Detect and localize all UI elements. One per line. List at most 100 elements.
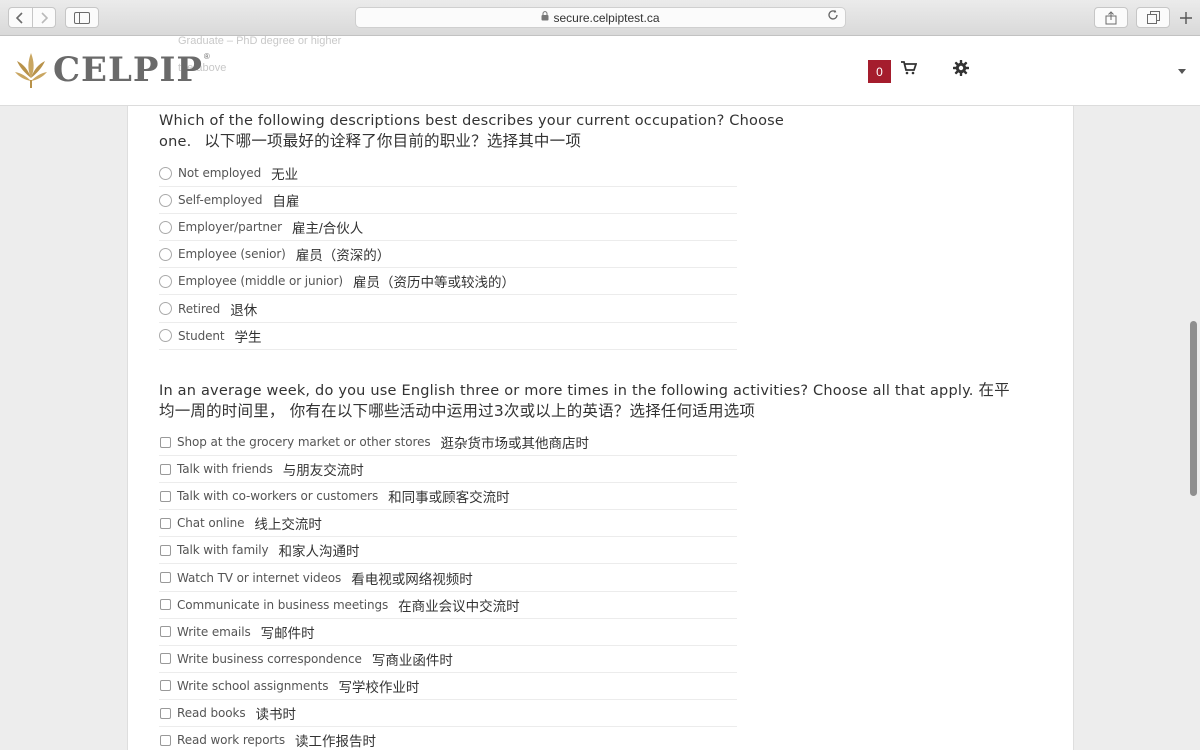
option-label-zh: 退休 xyxy=(230,302,258,318)
activity-option[interactable]: Talk with family 和家人沟通时 xyxy=(159,537,737,565)
occupation-option[interactable]: Not employed 无业 xyxy=(159,160,737,187)
occupation-option[interactable]: Retired 退休 xyxy=(159,296,737,323)
option-label-en: Not employed xyxy=(178,166,262,180)
option-label-en: Read work reports xyxy=(177,733,286,748)
checkbox[interactable] xyxy=(160,707,171,719)
option-label-zh: 无业 xyxy=(271,167,299,182)
question-occupation: Which of the following descriptions best… xyxy=(159,111,799,152)
reload-icon[interactable] xyxy=(827,9,839,24)
checkbox[interactable] xyxy=(160,517,171,529)
option-label-zh: 看电视或网络视频时 xyxy=(351,571,473,587)
option-label-en: Employee (middle or junior) xyxy=(178,274,343,289)
option-label-en: Write business correspondence xyxy=(177,651,362,666)
activity-option[interactable]: Talk with co-workers or customers 和同事或顾客交… xyxy=(159,483,737,511)
page-viewport: Graduate – PhD degree or higher the abov… xyxy=(0,36,1200,750)
logo-text: CELPIP xyxy=(53,50,203,90)
option-label-zh: 雇主/合伙人 xyxy=(291,221,364,237)
radio-button[interactable] xyxy=(159,193,172,207)
option-label-en: Communicate in business meetings xyxy=(177,597,389,612)
chevron-down-icon[interactable] xyxy=(1178,66,1186,76)
gear-icon[interactable] xyxy=(953,60,969,81)
activity-option[interactable]: Talk with friends 与朋友交流时 xyxy=(159,456,737,484)
url-text: secure.celpiptest.ca xyxy=(553,10,660,25)
checkbox[interactable] xyxy=(160,599,171,611)
option-label-en: Chat online xyxy=(177,516,245,531)
radio-button[interactable] xyxy=(159,329,172,343)
option-label-zh: 雇员（资历中等或较浅的） xyxy=(352,275,515,291)
checkbox[interactable] xyxy=(160,463,171,475)
radio-button[interactable] xyxy=(159,274,172,288)
option-label-zh: 学生 xyxy=(234,329,262,345)
option-label-en: Employer/partner xyxy=(178,220,282,235)
question-english-use: In an average week, do you use English t… xyxy=(159,380,1019,422)
option-label-zh: 读工作报告时 xyxy=(295,734,377,750)
option-label-zh: 逛杂货市场或其他商店时 xyxy=(440,436,590,451)
activity-option[interactable]: Watch TV or internet videos 看电视或网络视频时 xyxy=(159,565,737,592)
registered-mark: ® xyxy=(203,51,210,61)
option-label-en: Talk with co-workers or customers xyxy=(177,489,379,504)
cart-icon[interactable] xyxy=(901,61,918,80)
sidebar-icon[interactable] xyxy=(65,7,99,28)
option-label-en: Retired xyxy=(178,301,221,316)
activity-option[interactable]: Chat online 线上交流时 xyxy=(159,510,737,538)
option-label-en: Shop at the grocery market or other stor… xyxy=(177,435,431,449)
chevron-right-icon[interactable] xyxy=(31,8,56,27)
checkbox[interactable] xyxy=(160,653,171,665)
address-bar[interactable]: secure.celpiptest.ca xyxy=(355,7,846,28)
occupation-option[interactable]: Employee (middle or junior) 雇员（资历中等或较浅的） xyxy=(159,268,737,296)
plus-icon[interactable] xyxy=(1180,11,1192,29)
cart-count-badge[interactable]: 0 xyxy=(868,60,891,83)
checkbox[interactable] xyxy=(160,734,171,746)
site-header: Graduate – PhD degree or higher the abov… xyxy=(0,36,1200,106)
option-label-zh: 写学校作业时 xyxy=(338,679,420,695)
option-label-en: Self-employed xyxy=(178,193,263,208)
tabs-icon[interactable] xyxy=(1136,7,1170,28)
option-label-zh: 读书时 xyxy=(255,707,296,722)
activity-option[interactable]: Write emails 写邮件时 xyxy=(159,619,737,646)
radio-button[interactable] xyxy=(159,302,172,315)
activity-option[interactable]: Write school assignments 写学校作业时 xyxy=(159,673,737,700)
occupation-option[interactable]: Employer/partner 雇主/合伙人 xyxy=(159,214,737,242)
option-label-zh: 和家人沟通时 xyxy=(278,544,360,560)
option-label-en: Watch TV or internet videos xyxy=(177,570,342,585)
question-occupation-zh: 以下哪一项最好的诠释了你目前的职业？选择其中一项 xyxy=(204,132,582,150)
activity-option[interactable]: Read books 读书时 xyxy=(159,700,737,727)
option-label-zh: 与朋友交流时 xyxy=(282,463,364,479)
checkbox[interactable] xyxy=(160,626,171,638)
checkbox[interactable] xyxy=(160,572,171,583)
option-label-zh: 写商业函件时 xyxy=(371,652,453,668)
option-label-en: Write school assignments xyxy=(177,678,329,693)
option-label-en: Employee (senior) xyxy=(178,247,286,262)
occupation-option[interactable]: Student 学生 xyxy=(159,323,737,350)
activity-option[interactable]: Communicate in business meetings 在商业会议中交流… xyxy=(159,592,737,619)
share-icon[interactable] xyxy=(1094,7,1128,28)
checkbox[interactable] xyxy=(160,680,171,692)
activity-option[interactable]: Write business correspondence 写商业函件时 xyxy=(159,646,737,673)
radio-button[interactable] xyxy=(159,220,172,234)
checkbox[interactable] xyxy=(160,436,171,448)
option-label-zh: 自雇 xyxy=(272,194,300,210)
option-label-en: Talk with family xyxy=(177,543,269,558)
celpip-logo[interactable]: CELPIP ® xyxy=(14,50,210,90)
lock-icon xyxy=(541,11,549,24)
checkbox[interactable] xyxy=(160,490,171,502)
radio-button[interactable] xyxy=(159,247,172,261)
option-label-en: Talk with friends xyxy=(177,462,273,477)
checkbox[interactable] xyxy=(160,544,171,556)
ghost-text-1: Graduate – PhD degree or higher xyxy=(178,36,342,47)
option-label-en: Read books xyxy=(177,706,246,720)
occupation-option[interactable]: Employee (senior) 雇员（资深的） xyxy=(159,241,737,269)
scrollbar-thumb[interactable] xyxy=(1190,321,1197,496)
activity-option[interactable]: Read work reports 读工作报告时 xyxy=(159,727,737,750)
option-label-zh: 雇员（资深的） xyxy=(295,248,391,264)
history-nav xyxy=(8,7,56,28)
occupation-option[interactable]: Self-employed 自雇 xyxy=(159,187,737,215)
maple-leaf-icon xyxy=(15,53,47,88)
option-label-zh: 写邮件时 xyxy=(260,625,315,641)
option-label-en: Write emails xyxy=(177,624,251,639)
option-label-zh: 和同事或顾客交流时 xyxy=(388,490,510,506)
radio-button[interactable] xyxy=(159,166,172,180)
option-label-zh: 在商业会议中交流时 xyxy=(398,598,520,614)
activity-option[interactable]: Shop at the grocery market or other stor… xyxy=(159,429,737,456)
chevron-left-icon[interactable] xyxy=(9,8,32,27)
